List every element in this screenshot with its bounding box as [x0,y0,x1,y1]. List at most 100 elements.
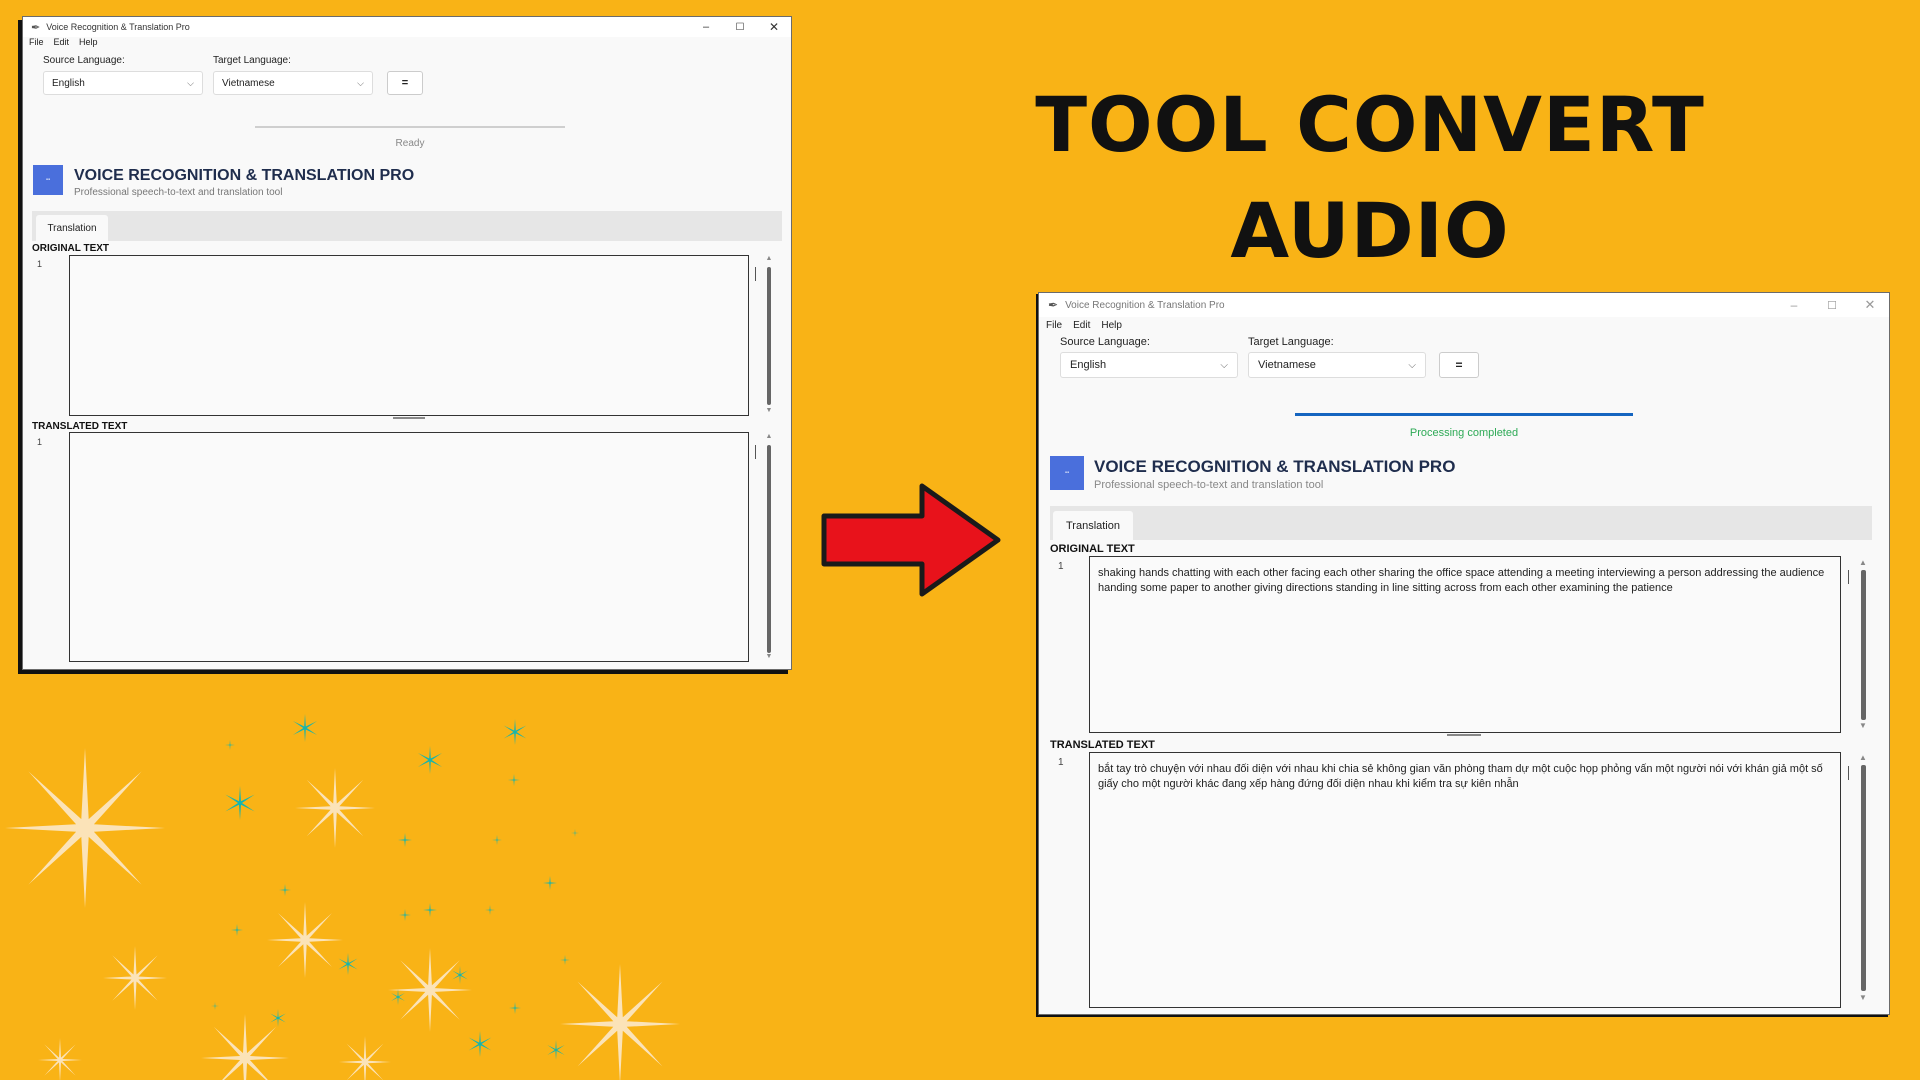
sparkle-icon [399,909,411,921]
app-subtitle: Professional speech-to-text and translat… [1094,479,1324,491]
chevron-down-icon: ⌵ [1220,359,1228,371]
sparkle-icon [279,884,291,896]
sparkle-icon [547,1040,565,1060]
scroll-up-icon[interactable]: ▲ [764,433,774,440]
menu-edit[interactable]: Edit [54,37,70,51]
maximize-icon[interactable]: ☐ [1813,293,1851,317]
sparkle-icon [211,1002,219,1010]
sparkle-icon [270,1009,286,1027]
target-language-select[interactable]: Vietnamese ⌵ [1248,352,1426,378]
scroll-up-icon[interactable]: ▲ [1857,558,1869,567]
minimize-icon[interactable]: – [689,17,723,37]
app-title: VOICE RECOGNITION & TRANSLATION PRO [1094,457,1456,476]
sparkle-icon [452,966,468,984]
original-text-area[interactable] [69,255,749,416]
scroll-down-icon[interactable]: ▼ [764,653,774,660]
scrollbar-thumb[interactable] [1861,765,1866,991]
scroll-up-icon[interactable]: ▲ [764,255,774,262]
chevron-down-icon: ⌵ [357,77,364,88]
sparkle-icon [571,829,579,837]
title-bar[interactable]: ✒ Voice Recognition & Translation Pro – … [23,17,791,37]
app-title: VOICE RECOGNITION & TRANSLATION PRO [74,167,415,184]
menu-file[interactable]: File [29,37,44,51]
tab-translation[interactable]: Translation [36,215,108,241]
scroll-down-icon[interactable]: ▼ [1857,721,1869,730]
app-window-after: ✒ Voice Recognition & Translation Pro – … [1038,292,1890,1015]
minimize-icon[interactable]: – [1775,293,1813,317]
app-logo: ▪▪ [1050,456,1084,490]
scroll-up-icon[interactable]: ▲ [1857,753,1869,762]
scroll-down-icon[interactable]: ▼ [1857,993,1869,1002]
sparkle-icon [468,1031,492,1057]
headline-line-1: TOOL CONVERT AUDIO [1035,80,1705,275]
sparkle-icon [423,903,437,917]
status-text: Ready [395,138,425,149]
status-text: Processing completed [1409,427,1519,439]
original-text-label: ORIGINAL TEXT [32,243,110,254]
pane-divider-handle[interactable] [393,417,425,419]
caret [1848,766,1849,780]
target-language-value: Vietnamese [222,77,275,89]
sparkle-icon [38,1038,82,1080]
scrollbar-thumb[interactable] [767,267,771,405]
menu-help[interactable]: Help [79,37,98,51]
sparkle-icon [201,1014,289,1080]
pane-divider-handle[interactable] [1447,734,1481,736]
original-text-area[interactable]: shaking hands chatting with each other f… [1089,556,1841,733]
sparkle-icon [388,948,472,1032]
sparkle-icon [225,786,255,820]
sparkle-icon [338,953,358,975]
target-language-label: Target Language: [1248,336,1334,348]
sparkle-icon [560,955,570,965]
tab-translation[interactable]: Translation [1053,511,1133,540]
menu-help[interactable]: Help [1101,320,1122,336]
sparkle-icon [225,740,235,750]
app-logo: ▪▪ [33,165,63,195]
line-number: 1 [37,437,43,447]
title-bar[interactable]: ✒ Voice Recognition & Translation Pro – … [1039,293,1889,317]
sparkle-icon [295,768,375,848]
sparkle-icon [485,905,495,915]
maximize-icon[interactable]: ☐ [723,17,757,37]
sparkle-icon [398,833,412,847]
target-language-select[interactable]: Vietnamese ⌵ [213,71,373,95]
app-subtitle: Professional speech-to-text and translat… [74,187,283,198]
tab-strip: Translation [32,211,782,241]
sparkle-icon [560,964,680,1080]
sparkle-icon [292,714,318,742]
menu-bar: File Edit Help [23,37,791,51]
sparkle-icon [543,876,557,890]
close-icon[interactable]: ✕ [1851,293,1889,317]
sparkle-icon [5,748,165,908]
sparkle-icon [503,719,527,745]
translated-text-label: TRANSLATED TEXT [32,421,128,432]
translated-text-area[interactable] [69,432,749,662]
feather-icon: ✒ [31,21,41,34]
original-text-label: ORIGINAL TEXT [1050,543,1135,555]
translated-text-label: TRANSLATED TEXT [1050,739,1155,751]
swap-languages-button[interactable]: = [1439,352,1479,378]
sparkle-icon [103,946,167,1010]
window-title: Voice Recognition & Translation Pro [1065,299,1225,311]
scroll-down-icon[interactable]: ▼ [764,407,774,414]
source-language-value: English [1070,359,1107,371]
translated-text-area[interactable]: bắt tay trò chuyện với nhau đối diện với… [1089,752,1841,1008]
line-number: 1 [37,259,43,269]
chevron-down-icon: ⌵ [1408,359,1416,371]
close-icon[interactable]: ✕ [757,17,791,37]
menu-file[interactable]: File [1046,320,1062,336]
scrollbar-thumb[interactable] [1861,570,1866,720]
swap-languages-button[interactable]: = [387,71,423,95]
sparkle-icon [391,989,405,1005]
menu-edit[interactable]: Edit [1073,320,1090,336]
source-language-select[interactable]: English ⌵ [43,71,203,95]
progress-bar [1295,413,1633,416]
target-language-value: Vietnamese [1258,359,1316,371]
source-language-select[interactable]: English ⌵ [1060,352,1238,378]
sparkle-icon [267,902,343,978]
app-window-before: ✒ Voice Recognition & Translation Pro – … [22,16,792,670]
source-language-label: Source Language: [1060,336,1150,348]
sparkle-icon [508,774,520,786]
scrollbar-thumb[interactable] [767,445,771,653]
caret [1848,570,1849,584]
